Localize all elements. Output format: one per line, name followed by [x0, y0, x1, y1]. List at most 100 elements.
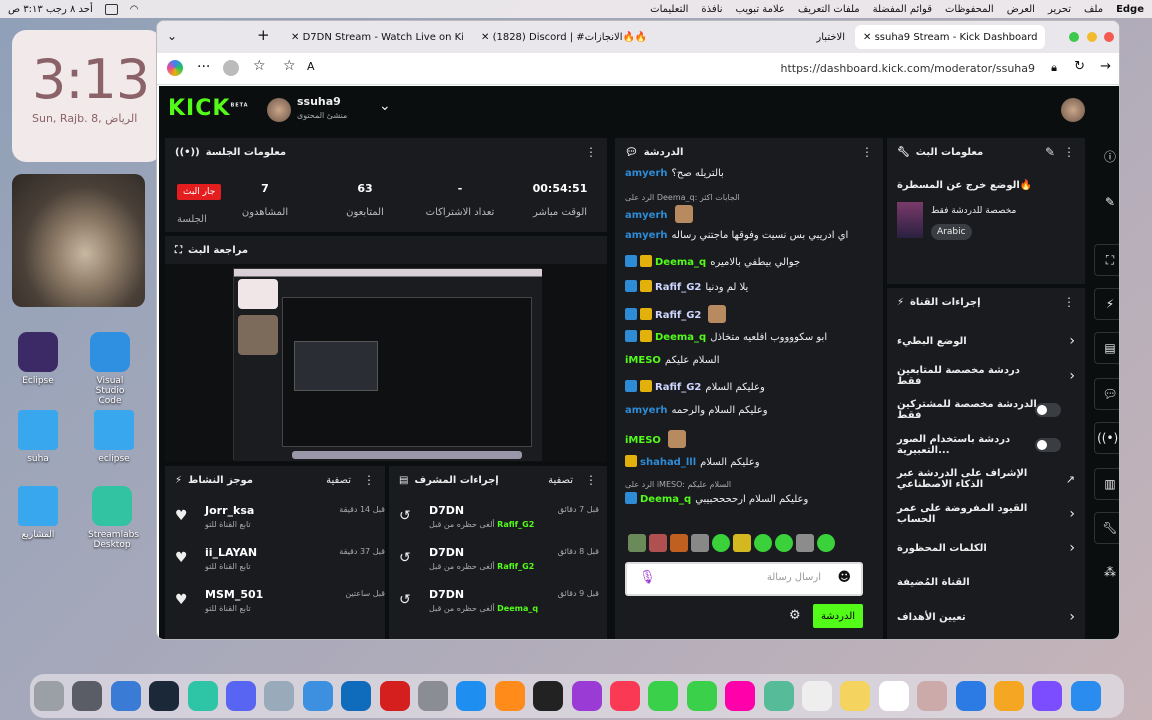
menu-item[interactable]: نافذة — [701, 4, 722, 15]
keychain-dock-icon[interactable] — [917, 681, 948, 711]
launchpad-dock-icon[interactable] — [72, 681, 103, 711]
microphone-icon[interactable]: 🎙︎ — [639, 570, 656, 585]
chat-username[interactable]: amyerh — [625, 405, 668, 416]
stream-preview-video[interactable] — [233, 268, 542, 461]
photo-widget[interactable] — [12, 174, 145, 307]
close-button[interactable] — [1104, 32, 1114, 42]
facetime-dock-icon[interactable] — [648, 681, 679, 711]
chevron-down-icon[interactable]: ⌄ — [379, 98, 391, 114]
menu-item[interactable]: المحفوظات — [945, 4, 994, 15]
menu-item[interactable]: علامة تبويب — [736, 4, 785, 15]
safari-dock-icon[interactable] — [110, 681, 141, 711]
mail-dock-icon[interactable] — [955, 681, 986, 711]
preview-dock-icon[interactable] — [264, 681, 295, 711]
toggle-switch[interactable] — [1035, 437, 1061, 452]
tab-list-icon[interactable]: ⌄ — [167, 29, 177, 43]
menu-item[interactable]: ملفات التعريف — [798, 4, 860, 15]
url-field[interactable]: https://dashboard.kick.com/moderator/ssu… — [780, 62, 1035, 75]
chat-message[interactable]: iMESO السلام عليكم — [625, 355, 875, 366]
broadcast-icon[interactable]: ((•)) — [1094, 422, 1119, 454]
channel-action-row[interactable]: دردشة مخصصة للمتابعين فقط › — [897, 363, 1075, 389]
finder-dock-icon[interactable] — [34, 681, 64, 711]
notes-icon[interactable]: ▤ — [1094, 332, 1119, 364]
chat-username[interactable]: amyerh — [625, 230, 668, 241]
tab-d7dn[interactable]: ✕ D7DN Stream - Watch Live on Kick — [283, 25, 463, 49]
chat-message[interactable]: Rafif_G2 — [625, 305, 875, 323]
desktop-icon[interactable]: suha — [14, 410, 62, 464]
channel-name[interactable]: ssuha9 — [297, 95, 341, 108]
chat-message[interactable]: Rafif_G2 يلا لم ودنيا — [625, 280, 875, 293]
channel-action-row[interactable]: الإشراف على الدردشة عبر الذكاء الاصطناعي… — [897, 466, 1075, 492]
menu-app-name[interactable]: Edge — [1116, 4, 1144, 15]
siri-dock-icon[interactable] — [1032, 681, 1063, 711]
chat-username[interactable]: iMESO — [625, 435, 661, 446]
music-dock-icon[interactable] — [610, 681, 640, 711]
read-aloud-icon[interactable]: A — [307, 60, 315, 73]
chat-message[interactable]: amyerh اي ادريبي بس نسيت وفوقها ماجتني رس… — [625, 230, 875, 241]
chat-username[interactable]: iMESO — [625, 355, 661, 366]
chat-username[interactable]: Rafif_G2 — [655, 282, 701, 293]
chat-username[interactable]: Rafif_G2 — [655, 310, 701, 321]
menu-item[interactable]: ملف — [1084, 4, 1103, 15]
pencil-icon[interactable]: ✎ — [1094, 186, 1119, 218]
category-thumbnail[interactable] — [897, 202, 923, 238]
notes-dock-icon[interactable] — [840, 681, 871, 711]
mod-by[interactable]: Rafif_G2 — [497, 562, 534, 571]
chat-bubble-icon[interactable]: 💬︎ — [1094, 378, 1119, 410]
appstore-dock-icon[interactable] — [456, 681, 487, 711]
channelactions-menu-icon[interactable]: ⋮ — [1063, 295, 1075, 309]
desktop-icon[interactable]: المشاريع — [14, 486, 62, 540]
menu-item[interactable]: التعليمات — [650, 4, 688, 15]
channel-action-row[interactable]: الدردشة مخصصة للمشتركين فقط — [897, 397, 1075, 423]
mod-by[interactable]: Rafif_G2 — [497, 520, 534, 529]
chat-username[interactable]: amyerh — [625, 210, 668, 221]
chat-message[interactable]: Rafif_G2 وعليكم السلام — [625, 380, 875, 393]
chat-input[interactable]: 🎙︎ ارسال رسالة ☻ — [625, 562, 863, 596]
finder-2-dock-icon[interactable] — [1070, 681, 1101, 711]
streamlabs-dock-icon[interactable] — [187, 681, 218, 711]
channel-avatar[interactable] — [267, 98, 291, 122]
tab-discord[interactable]: ✕ (1828) Discord | #الانجازات🔥🔥 — [473, 25, 673, 49]
activity-item[interactable]: ♥ MSM_501 تابع القناة للتو قبل ساعتين — [175, 588, 385, 630]
chat-username[interactable]: Deema_q — [655, 332, 706, 343]
send-chat-button[interactable]: الدردشة — [813, 604, 863, 628]
channel-action-row[interactable]: القيود المفروضة على عمر الحساب › — [897, 501, 1075, 527]
chat-username[interactable]: Deema_q — [655, 257, 706, 268]
edge-dock-icon[interactable] — [341, 681, 372, 711]
forward-icon[interactable]: → — [1100, 59, 1111, 74]
emote-bar[interactable] — [625, 534, 865, 556]
activity-filter[interactable]: تصفية — [326, 475, 351, 486]
steam-dock-icon[interactable] — [149, 681, 180, 711]
chat-message[interactable]: Deema_q ابو سكووووب افلعيه متخاذل — [625, 330, 875, 343]
books-dock-icon[interactable] — [494, 681, 525, 711]
chat-username[interactable]: shahad_lll — [640, 457, 696, 468]
activity-item[interactable]: ♥ Jorr_ksa تابع القناة للتو قبل 14 دقيقة — [175, 504, 385, 546]
maximize-button[interactable] — [1069, 32, 1079, 42]
opera-dock-icon[interactable] — [379, 681, 410, 711]
messages-dock-icon[interactable] — [686, 681, 717, 711]
desktop-icon[interactable]: Eclipse — [14, 332, 62, 386]
battery-icon[interactable] — [104, 3, 118, 15]
layout-icon[interactable]: ▥ — [1094, 468, 1119, 500]
toggle-switch[interactable] — [1035, 403, 1061, 417]
channel-action-row[interactable]: دردشة باستخدام الصور التعبيرية... — [897, 432, 1075, 458]
desktop-icon[interactable]: Visual Studio Code — [86, 332, 134, 406]
chat-username[interactable]: Rafif_G2 — [655, 382, 701, 393]
screen-icon[interactable]: ⛶ — [1094, 244, 1119, 276]
apps-icon[interactable]: ⁂ — [1094, 556, 1119, 588]
mod-action-item[interactable]: ↺ D7DN ألغى حظره من قبل Deema_q قبل 9 دقائق — [399, 588, 599, 630]
desktop-icon[interactable]: eclipse — [90, 410, 138, 464]
language-tag[interactable]: Arabic — [931, 224, 972, 240]
edit-icon[interactable]: ✎ — [1045, 145, 1055, 159]
chat-menu-icon[interactable]: ⋮ — [861, 145, 873, 159]
grid-dock-icon[interactable] — [994, 681, 1024, 711]
channel-action-row[interactable]: الوضع البطيء › — [897, 328, 1075, 354]
refresh-icon[interactable]: ↻ — [1074, 59, 1085, 74]
menu-item[interactable]: تحرير — [1048, 4, 1071, 15]
clock-widget[interactable]: 3:13 Sun, Rajb. 8, الرياض — [12, 30, 162, 162]
minimize-button[interactable] — [1087, 32, 1097, 42]
calendar-dock-icon[interactable] — [878, 681, 909, 711]
wifi-icon[interactable]: ◠ — [130, 4, 139, 15]
wrench-icon[interactable]: 🔧︎ — [1094, 512, 1119, 544]
reminders-dock-icon[interactable] — [802, 681, 832, 711]
